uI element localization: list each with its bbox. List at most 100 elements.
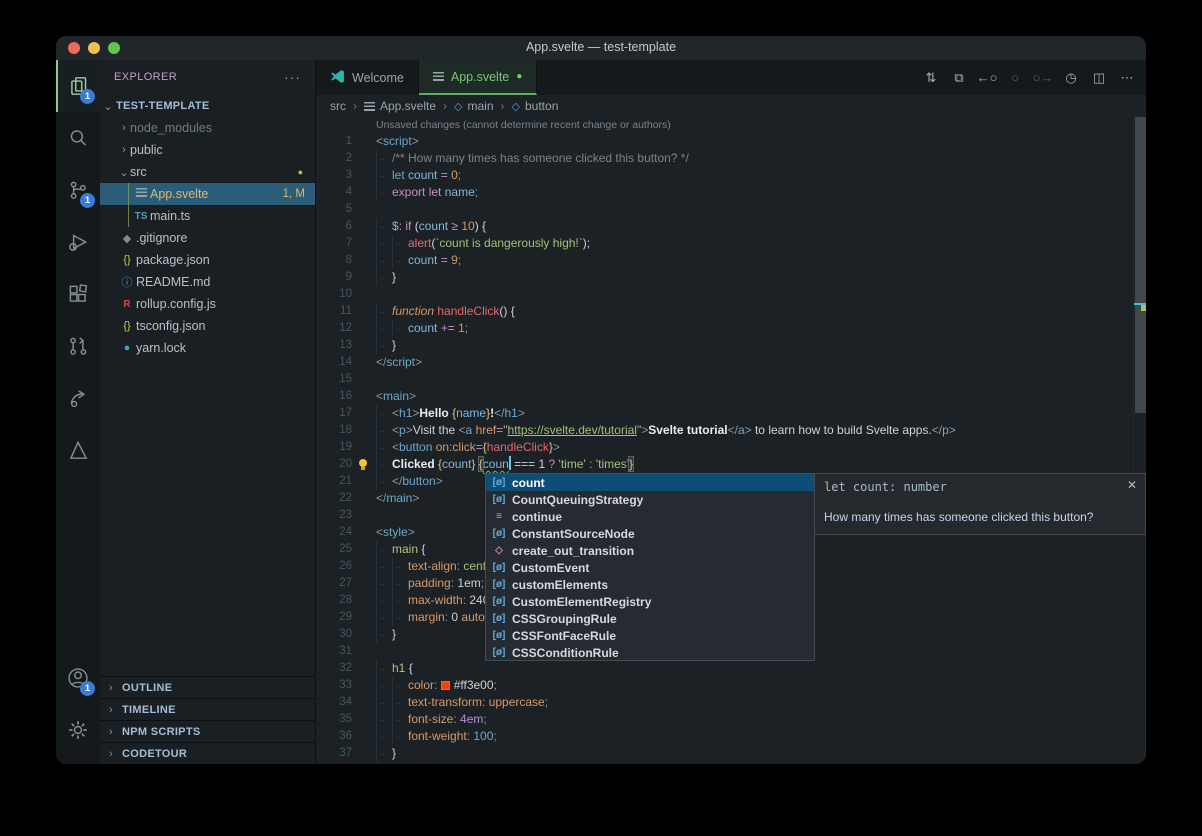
breadcrumb: src›App.svelte›◇main›◇button [316, 95, 1146, 117]
suggest-item-CountQueuingStrategy[interactable]: [ø]CountQueuingStrategy [486, 491, 814, 508]
next-change-icon[interactable]: ○→ [1032, 67, 1054, 89]
activity-item-settings[interactable] [56, 704, 100, 756]
panel-header-timeline[interactable]: ›TIMELINE [100, 698, 315, 720]
token: ; [475, 185, 478, 199]
line-content: →main { [376, 541, 425, 558]
token: = [441, 168, 448, 182]
token: ; [494, 678, 497, 692]
symbol-class-icon: [ø] [486, 630, 512, 641]
scrollbar-slider[interactable] [1135, 117, 1146, 413]
token: let [429, 185, 442, 199]
indent-guide: → [376, 575, 392, 592]
suggest-item-CSSGroupingRule[interactable]: [ø]CSSGroupingRule [486, 610, 814, 627]
file-tree-item-node_modules[interactable]: ›node_modules [100, 117, 315, 139]
token: p [399, 423, 406, 437]
indent-guide: → [376, 728, 392, 745]
token: </ [728, 423, 738, 437]
activity-item-source-control[interactable]: 1 [56, 164, 100, 216]
suggest-item-ConstantSourceNode[interactable]: [ø]ConstantSourceNode [486, 525, 814, 542]
suggest-label: create_out_transition [512, 544, 634, 558]
code-line-19: 19→<button on:click={handleClick}> [316, 439, 1133, 456]
breadcrumb-item-button[interactable]: ◇button [512, 99, 559, 113]
activity-item-search[interactable] [56, 112, 100, 164]
line-content: →/** How many times has someone clicked … [376, 150, 689, 167]
panel-header-codetour[interactable]: ›CODETOUR [100, 742, 315, 764]
suggest-item-CustomEvent[interactable]: [ø]CustomEvent [486, 559, 814, 576]
suggest-item-continue[interactable]: ≡continue [486, 508, 814, 525]
token: > [553, 440, 560, 454]
line-number: 3 [316, 167, 352, 184]
token: a [738, 423, 745, 437]
token: button [402, 474, 435, 488]
suggest-documentation: How many times has someone clicked this … [824, 510, 1093, 524]
file-tree-item-.gitignore[interactable]: ◆.gitignore [100, 227, 315, 249]
activity-item-accounts[interactable]: 1 [56, 652, 100, 704]
more-actions-icon[interactable]: ⋯ [1116, 67, 1138, 89]
tab-app-svelte[interactable]: App.svelte● [419, 60, 537, 95]
token: $ [392, 219, 399, 233]
explorer-actions-button[interactable]: ··· [284, 69, 301, 85]
activity-item-explorer[interactable]: 1 [56, 60, 100, 112]
activity-item-extensions[interactable] [56, 268, 100, 320]
file-tree-item-package.json[interactable]: {}package.json [100, 249, 315, 271]
file-tree-item-src[interactable]: ⌄src● [100, 161, 315, 183]
breadcrumb-item-src[interactable]: src [330, 99, 346, 113]
change-marker-icon[interactable]: ○ [1004, 67, 1026, 89]
line-number: 2 [316, 150, 352, 167]
breadcrumb-item-main[interactable]: ◇main [454, 99, 493, 113]
split-editor-icon[interactable]: ◫ [1088, 67, 1110, 89]
panel-header-outline[interactable]: ›OUTLINE [100, 676, 315, 698]
file-tree-item-yarn.lock[interactable]: ●yarn.lock [100, 337, 315, 359]
file-tree-item-App.svelte[interactable]: App.svelte1, M [100, 183, 315, 205]
json-icon: {} [118, 254, 136, 266]
line-content: →→font-weight: 100; [376, 728, 497, 745]
token: auto [461, 610, 484, 624]
indent-guide: → [376, 167, 392, 184]
activity-item-run-debug[interactable] [56, 216, 100, 268]
line-number: 27 [316, 575, 352, 592]
token: text-align [408, 559, 457, 573]
suggest-item-customElements[interactable]: [ø]customElements [486, 576, 814, 593]
file-tree-item-tsconfig.json[interactable]: {}tsconfig.json [100, 315, 315, 337]
file-name: main.ts [150, 209, 190, 223]
suggest-item-create_out_transition[interactable]: ◇create_out_transition [486, 542, 814, 559]
symbol-class-icon: [ø] [486, 528, 512, 539]
activity-item-live-share[interactable] [56, 372, 100, 424]
gitlens-compare-icon[interactable]: ⇅ [920, 67, 942, 89]
close-icon[interactable]: ✕ [1127, 478, 1137, 492]
breadcrumb-item-app-svelte[interactable]: App.svelte [364, 99, 436, 113]
line-number: 4 [316, 184, 352, 201]
previous-change-icon[interactable]: ←○ [976, 67, 998, 89]
code-line-12: 12→→count += 1; [316, 320, 1133, 337]
token: > [949, 423, 956, 437]
file-history-icon[interactable]: ◷ [1060, 67, 1082, 89]
suggest-item-CustomElementRegistry[interactable]: [ø]CustomElementRegistry [486, 593, 814, 610]
activity-bar-bottom: 1 [56, 652, 100, 756]
line-content: <script> [376, 133, 419, 150]
codelens-annotation[interactable]: Unsaved changes (cannot determine recent… [316, 117, 1133, 133]
symbol-class-icon: [ø] [486, 613, 512, 624]
token: alert [408, 236, 431, 250]
token: < [392, 406, 399, 420]
file-tree-item-main.ts[interactable]: TSmain.ts [100, 205, 315, 227]
activity-item-azure[interactable] [56, 424, 100, 476]
line-number: 24 [316, 524, 352, 541]
file-tree-item-rollup.config.js[interactable]: Rrollup.config.js [100, 293, 315, 315]
symbol-class-icon: [ø] [486, 562, 512, 573]
activity-item-github-pull-requests[interactable] [56, 320, 100, 372]
tab-welcome[interactable]: Welcome [316, 60, 419, 95]
suggest-item-count[interactable]: [ø]count [486, 474, 814, 491]
lightbulb-icon[interactable] [358, 459, 369, 470]
file-tree-item-public[interactable]: ›public [100, 139, 315, 161]
project-section-header[interactable]: ⌄ TEST-TEMPLATE [100, 95, 315, 117]
suggest-item-CSSFontFaceRule[interactable]: [ø]CSSFontFaceRule [486, 627, 814, 644]
line-number: 25 [316, 541, 352, 558]
breadcrumb-label: App.svelte [380, 99, 436, 113]
token: ; [493, 729, 496, 743]
suggest-item-CSSConditionRule[interactable]: [ø]CSSConditionRule [486, 644, 814, 661]
file-tree-item-README.md[interactable]: ⓘREADME.md [100, 271, 315, 293]
token: font-weight [408, 729, 467, 743]
panel-header-npm-scripts[interactable]: ›NPM SCRIPTS [100, 720, 315, 742]
open-changes-icon[interactable]: ⧉ [948, 67, 970, 89]
color-swatch [441, 681, 450, 690]
